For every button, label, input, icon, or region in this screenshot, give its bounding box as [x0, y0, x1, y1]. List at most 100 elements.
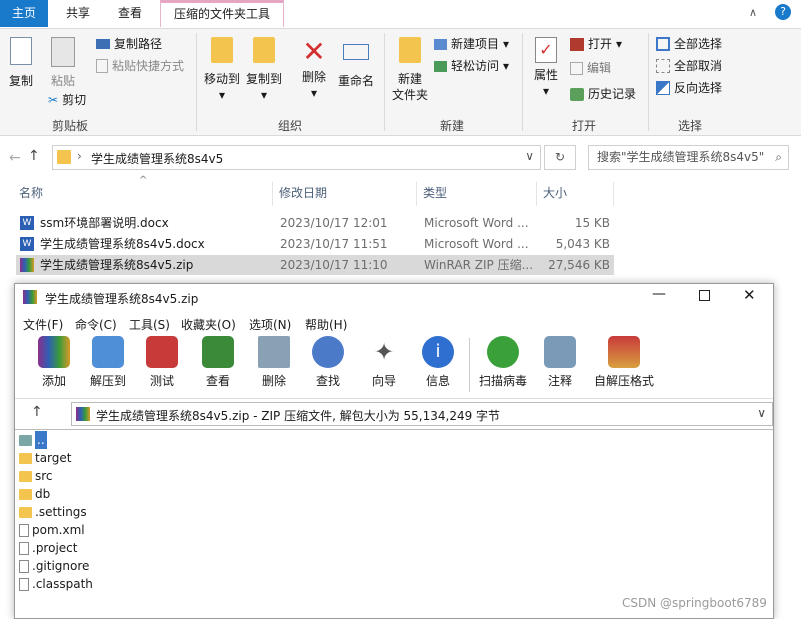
properties-check-icon: ✓ [535, 37, 557, 63]
menu-tools[interactable]: 工具(S) [129, 316, 170, 333]
add-archive-icon [38, 336, 70, 368]
new-folder-button[interactable]: 新建 文件夹 [390, 37, 430, 103]
column-header-date[interactable]: 修改日期 [274, 182, 417, 206]
breadcrumb-current[interactable]: 学生成绩管理系统8s4v5 [91, 150, 223, 167]
toolbar-virus-scan-button[interactable]: 扫描病毒 [477, 336, 529, 389]
move-to-button[interactable]: 移动到 ▾ [202, 37, 242, 103]
move-to-icon [211, 37, 233, 63]
easy-access-button[interactable]: 轻松访问 ▾ [434, 57, 509, 75]
toolbar-wizard-button[interactable]: ✦ 向导 [361, 336, 407, 389]
winrar-app-icon [23, 290, 37, 304]
scissors-icon: ✂ [48, 93, 59, 107]
invert-selection-icon [656, 81, 670, 95]
up-one-level-icon[interactable]: ↑ [31, 404, 43, 420]
ribbon: 复制 粘贴 复制路径 粘贴快捷方式 ✂ 剪切 剪贴板 移动到 ▾ 复制到 ▾ ✕ 删除 ▾… [0, 28, 801, 136]
copy-path-button[interactable]: 复制路径 [96, 35, 162, 53]
tab-compressed-tools[interactable]: 压缩的文件夹工具 [160, 0, 284, 27]
address-bar[interactable]: › 学生成绩管理系统8s4v5 ∨ [52, 145, 541, 170]
archive-entry[interactable]: .project [19, 539, 77, 557]
menu-commands[interactable]: 命令(C) [75, 316, 117, 333]
close-icon[interactable]: ✕ [743, 286, 756, 304]
folder-icon [19, 470, 32, 482]
archive-entry-parent[interactable]: .. [19, 431, 47, 449]
up-arrow-icon[interactable]: ↑ [28, 148, 40, 164]
file-row[interactable]: W ssm环境部署说明.docx 2023/10/17 12:01 Micros… [16, 213, 614, 233]
search-input[interactable]: 搜索"学生成绩管理系统8s4v5" ⌕ [588, 145, 789, 170]
rename-button[interactable]: 重命名 [336, 37, 376, 89]
toolbar-divider [469, 338, 470, 392]
archive-entry[interactable]: src [19, 467, 53, 485]
file-icon [19, 577, 29, 591]
toolbar-test-button[interactable]: 测试 [139, 336, 185, 389]
trash-icon [258, 336, 290, 368]
archive-entry[interactable]: target [19, 449, 72, 467]
invert-selection-button[interactable]: 反向选择 [656, 79, 722, 97]
menu-file[interactable]: 文件(F) [23, 316, 63, 333]
group-label-open: 打开 [571, 119, 596, 133]
help-icon[interactable]: ? [775, 4, 791, 20]
delete-button[interactable]: ✕ 删除 ▾ [298, 37, 330, 101]
new-item-button[interactable]: 新建项目 ▾ [434, 35, 509, 53]
group-label-clipboard: 剪贴板 [51, 119, 88, 133]
tab-share[interactable]: 共享 [52, 0, 104, 27]
copy-to-icon [253, 37, 275, 63]
history-icon [570, 87, 584, 101]
edit-button[interactable]: 编辑 [570, 59, 611, 77]
toolbar-add-button[interactable]: 添加 [31, 336, 77, 389]
refresh-icon[interactable]: ↻ [544, 145, 576, 170]
properties-button[interactable]: ✓ 属性 ▾ [528, 37, 564, 99]
select-none-button[interactable]: 全部取消 [656, 57, 722, 75]
folder-icon [19, 452, 32, 464]
toolbar-info-button[interactable]: i 信息 [415, 336, 461, 389]
maximize-icon[interactable] [699, 290, 710, 301]
open-button[interactable]: 打开 ▾ [570, 35, 622, 53]
tab-view[interactable]: 查看 [106, 0, 154, 27]
copy-to-button[interactable]: 复制到 ▾ [244, 37, 284, 103]
history-button[interactable]: 历史记录 [570, 85, 636, 103]
extract-folder-icon [92, 336, 124, 368]
paste-button[interactable]: 粘贴 [46, 37, 80, 89]
toolbar-delete-button[interactable]: 删除 [251, 336, 297, 389]
archive-entry[interactable]: .gitignore [19, 557, 89, 575]
rename-icon [343, 44, 369, 60]
toolbar-view-button[interactable]: 查看 [195, 336, 241, 389]
toolbar-comment-button[interactable]: 注释 [537, 336, 583, 389]
watermark: CSDN @springboot6789 [622, 596, 767, 610]
window-title: 学生成绩管理系统8s4v5.zip [45, 292, 199, 306]
group-label-new: 新建 [439, 119, 464, 133]
menu-favorites[interactable]: 收藏夹(O) [181, 316, 236, 333]
up-folder-icon [19, 434, 32, 446]
column-header-name[interactable]: 名称 [14, 182, 273, 206]
back-arrow-icon[interactable]: ← [9, 150, 21, 166]
column-header-size[interactable]: 大小 [538, 182, 614, 206]
minimize-icon[interactable]: — [652, 286, 666, 302]
copy-button[interactable]: 复制 [6, 37, 36, 89]
chevron-down-icon[interactable]: ∨ [525, 149, 534, 163]
archive-path-bar[interactable]: 学生成绩管理系统8s4v5.zip - ZIP 压缩文件, 解包大小为 55,1… [71, 402, 773, 426]
menu-options[interactable]: 选项(N) [249, 316, 291, 333]
chevron-up-icon[interactable]: ∧ [749, 6, 757, 19]
winrar-window: 学生成绩管理系统8s4v5.zip — ✕ 文件(F) 命令(C) 工具(S) … [14, 283, 774, 619]
folder-icon [19, 488, 32, 500]
toolbar-sfx-button[interactable]: 自解压格式 [589, 336, 659, 389]
toolbar-extract-button[interactable]: 解压到 [85, 336, 131, 389]
archive-entry[interactable]: .classpath [19, 575, 93, 593]
archive-entry[interactable]: .settings [19, 503, 87, 521]
menu-help[interactable]: 帮助(H) [305, 316, 347, 333]
toolbar-find-button[interactable]: 查找 [305, 336, 351, 389]
magnifier-icon [312, 336, 344, 368]
archive-entry[interactable]: db [19, 485, 50, 503]
file-row-selected[interactable]: 学生成绩管理系统8s4v5.zip 2023/10/17 11:10 WinRA… [16, 255, 614, 275]
column-header-type[interactable]: 类型 [418, 182, 537, 206]
select-all-button[interactable]: 全部选择 [656, 35, 722, 53]
file-icon [19, 523, 29, 537]
ribbon-tab-bar: 主页 共享 查看 压缩的文件夹工具 ∧ ? [0, 0, 801, 28]
archive-entry[interactable]: pom.xml [19, 521, 85, 539]
cut-button[interactable]: ✂ 剪切 [48, 91, 86, 109]
comment-icon [544, 336, 576, 368]
copy-icon [10, 37, 32, 65]
chevron-down-icon[interactable]: ∨ [757, 406, 766, 420]
paste-shortcut-button[interactable]: 粘贴快捷方式 [96, 57, 184, 75]
file-row[interactable]: W 学生成绩管理系统8s4v5.docx 2023/10/17 11:51 Mi… [16, 234, 614, 254]
tab-home[interactable]: 主页 [0, 0, 48, 27]
